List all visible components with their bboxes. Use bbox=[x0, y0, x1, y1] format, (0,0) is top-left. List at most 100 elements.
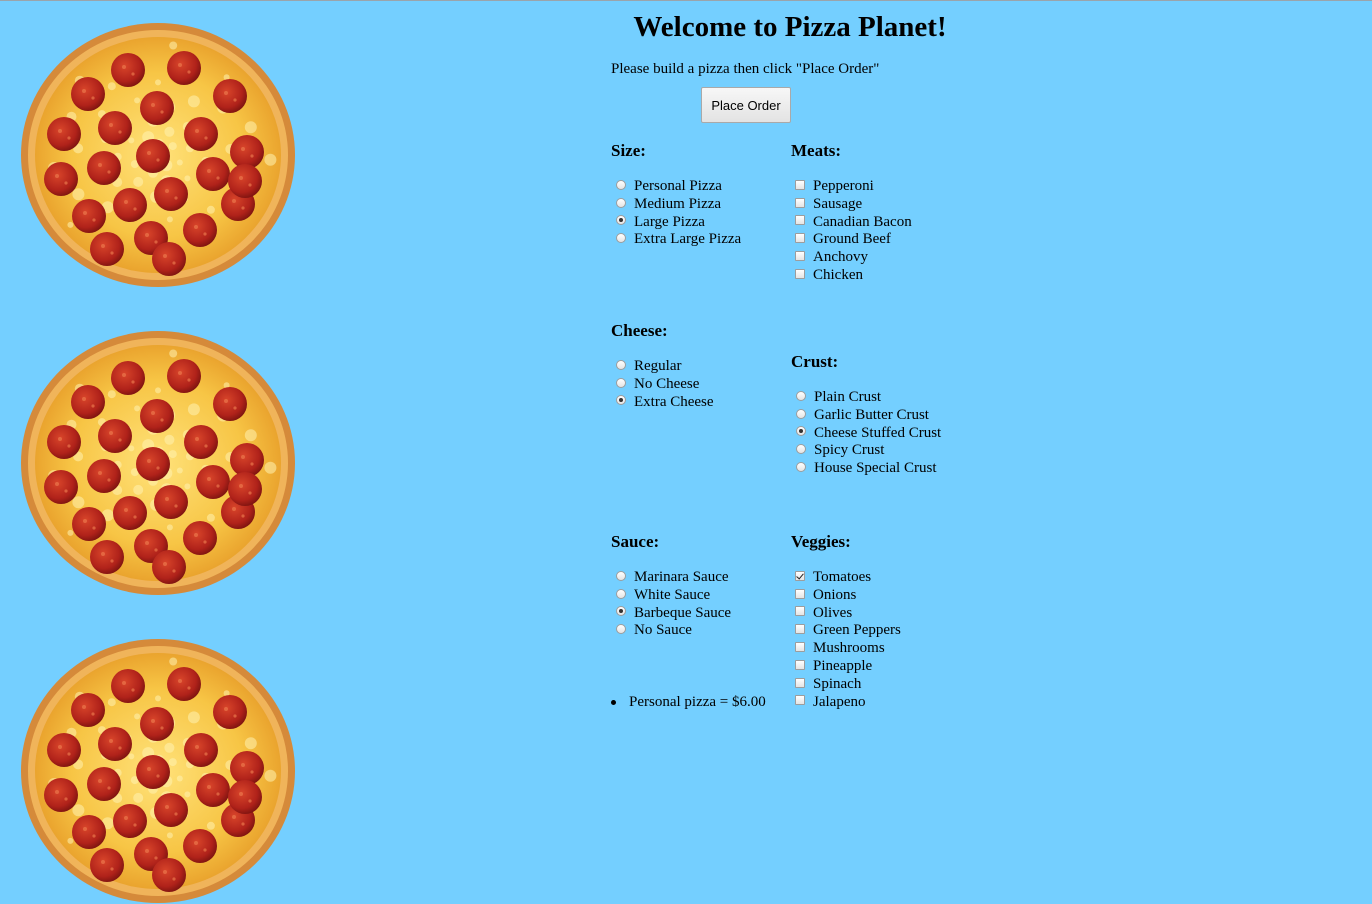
crust-option-cheese-stuffed-crust[interactable]: Cheese Stuffed Crust bbox=[791, 425, 941, 443]
crust-option-spicy-crust[interactable]: Spicy Crust bbox=[791, 442, 941, 460]
size-option-label: Personal Pizza bbox=[634, 178, 722, 194]
size-option-personal-pizza[interactable]: Personal Pizza bbox=[611, 178, 741, 196]
veggies-heading: Veggies: bbox=[791, 532, 851, 551]
meats-option-anchovy[interactable]: Anchovy bbox=[791, 249, 912, 267]
cheese-section: Cheese: Regular No Cheese Extra Cheese bbox=[611, 321, 714, 411]
size-option-large-pizza[interactable]: Large Pizza bbox=[611, 214, 741, 232]
radio-button[interactable] bbox=[796, 408, 806, 419]
sauce-option-marinara-sauce[interactable]: Marinara Sauce bbox=[611, 569, 731, 587]
meats-heading: Meats: bbox=[791, 141, 842, 160]
veggies-option-mushrooms[interactable]: Mushrooms bbox=[791, 640, 901, 658]
crust-option-garlic-butter-crust[interactable]: Garlic Butter Crust bbox=[791, 407, 941, 425]
radio-button[interactable] bbox=[616, 359, 626, 370]
sauce-option-white-sauce[interactable]: White Sauce bbox=[611, 587, 731, 605]
veggies-option-label: Spinach bbox=[813, 675, 862, 692]
pepperoni-pizza-image bbox=[20, 22, 296, 288]
checkbox[interactable] bbox=[795, 695, 805, 706]
veggies-option-label: Tomatoes bbox=[813, 569, 872, 585]
veggies-option-label: Onions bbox=[813, 586, 857, 603]
order-summary-text: Personal pizza = $6.00 bbox=[629, 694, 766, 710]
meats-option-canadian-bacon[interactable]: Canadian Bacon bbox=[791, 214, 912, 232]
size-section: Size: Personal Pizza Medium Pizza Large Pi… bbox=[611, 141, 741, 249]
radio-button[interactable] bbox=[616, 588, 626, 599]
sauce-option-label: White Sauce bbox=[634, 586, 711, 603]
order-summary-list: Personal pizza = $6.00 bbox=[611, 694, 766, 711]
checkbox[interactable] bbox=[795, 642, 805, 653]
sauce-heading: Sauce: bbox=[611, 532, 660, 551]
sauce-option-barbeque-sauce[interactable]: Barbeque Sauce bbox=[611, 605, 731, 623]
veggies-option-jalapeno[interactable]: Jalapeno bbox=[791, 694, 901, 712]
veggies-option-onions[interactable]: Onions bbox=[791, 587, 901, 605]
size-option-label: Large Pizza bbox=[634, 213, 705, 230]
crust-option-label: Spicy Crust bbox=[814, 442, 885, 459]
radio-button[interactable] bbox=[796, 426, 806, 437]
radio-button[interactable] bbox=[616, 624, 626, 635]
checkbox[interactable] bbox=[795, 659, 805, 670]
veggies-option-tomatoes[interactable]: Tomatoes bbox=[791, 569, 901, 587]
crust-option-label: Cheese Stuffed Crust bbox=[814, 424, 942, 441]
checkbox[interactable] bbox=[795, 624, 805, 635]
meats-option-chicken[interactable]: Chicken bbox=[791, 267, 912, 285]
sauce-option-label: No Sauce bbox=[634, 622, 692, 639]
checkbox[interactable] bbox=[795, 268, 805, 279]
checkbox[interactable] bbox=[795, 677, 805, 688]
meats-option-label: Chicken bbox=[813, 266, 863, 283]
veggies-option-label: Olives bbox=[813, 604, 853, 621]
radio-button[interactable] bbox=[616, 233, 626, 244]
bullet-icon bbox=[611, 700, 616, 705]
veggies-option-label: Green Peppers bbox=[813, 622, 901, 639]
meats-option-pepperoni[interactable]: Pepperoni bbox=[791, 178, 912, 196]
size-option-medium-pizza[interactable]: Medium Pizza bbox=[611, 196, 741, 214]
checkbox[interactable] bbox=[795, 197, 805, 208]
meats-option-sausage[interactable]: Sausage bbox=[791, 196, 912, 214]
size-option-extra-large-pizza[interactable]: Extra Large Pizza bbox=[611, 231, 741, 249]
order-summary-item: Personal pizza = $6.00 bbox=[611, 694, 766, 711]
radio-button[interactable] bbox=[616, 197, 626, 208]
crust-option-label: House Special Crust bbox=[814, 460, 937, 477]
cheese-option-extra-cheese[interactable]: Extra Cheese bbox=[611, 394, 714, 412]
cheese-option-no-cheese[interactable]: No Cheese bbox=[611, 376, 714, 394]
radio-button[interactable] bbox=[616, 377, 626, 388]
sauce-option-no-sauce[interactable]: No Sauce bbox=[611, 622, 731, 640]
checkbox[interactable] bbox=[795, 179, 805, 190]
cheese-option-regular[interactable]: Regular bbox=[611, 358, 714, 376]
cheese-heading: Cheese: bbox=[611, 321, 668, 340]
sauce-option-label: Marinara Sauce bbox=[634, 569, 729, 585]
radio-button[interactable] bbox=[616, 179, 626, 190]
checkbox[interactable] bbox=[795, 606, 805, 617]
radio-button[interactable] bbox=[616, 215, 626, 226]
crust-section: Crust: Plain Crust Garlic Butter Crust Che… bbox=[791, 352, 941, 478]
radio-button[interactable] bbox=[616, 395, 626, 406]
crust-option-house-special-crust[interactable]: House Special Crust bbox=[791, 460, 941, 478]
checkbox[interactable] bbox=[795, 588, 805, 599]
checkbox[interactable] bbox=[795, 251, 805, 262]
meats-option-ground-beef[interactable]: Ground Beef bbox=[791, 231, 912, 249]
veggies-option-label: Mushrooms bbox=[813, 640, 885, 657]
veggies-option-green-peppers[interactable]: Green Peppers bbox=[791, 622, 901, 640]
place-order-button[interactable]: Place Order bbox=[701, 87, 791, 123]
meats-option-label: Anchovy bbox=[813, 249, 868, 266]
checkbox[interactable] bbox=[795, 215, 805, 226]
size-option-label: Extra Large Pizza bbox=[634, 231, 742, 248]
meats-option-label: Ground Beef bbox=[813, 231, 891, 248]
veggies-option-spinach[interactable]: Spinach bbox=[791, 676, 901, 694]
radio-button[interactable] bbox=[796, 390, 806, 401]
veggies-section: Veggies: Tomatoes Onions Olives Green Peppe… bbox=[791, 532, 901, 711]
size-heading: Size: bbox=[611, 141, 646, 160]
crust-heading: Crust: bbox=[791, 352, 839, 371]
crust-option-label: Garlic Butter Crust bbox=[814, 406, 929, 423]
crust-option-plain-crust[interactable]: Plain Crust bbox=[791, 389, 941, 407]
radio-button[interactable] bbox=[616, 570, 626, 581]
sauce-section: Sauce: Marinara Sauce White Sauce Barbeque… bbox=[611, 532, 731, 640]
meats-option-label: Sausage bbox=[813, 195, 863, 212]
checkbox[interactable] bbox=[795, 570, 805, 581]
radio-button[interactable] bbox=[796, 462, 806, 473]
radio-button[interactable] bbox=[796, 444, 806, 455]
checkbox[interactable] bbox=[795, 233, 805, 244]
meats-option-label: Pepperoni bbox=[813, 178, 874, 194]
radio-button[interactable] bbox=[616, 606, 626, 617]
veggies-option-pineapple[interactable]: Pineapple bbox=[791, 658, 901, 676]
instructions-text: Please build a pizza then click "Place O… bbox=[611, 61, 880, 77]
veggies-option-olives[interactable]: Olives bbox=[791, 605, 901, 623]
sauce-option-label: Barbeque Sauce bbox=[634, 604, 732, 621]
